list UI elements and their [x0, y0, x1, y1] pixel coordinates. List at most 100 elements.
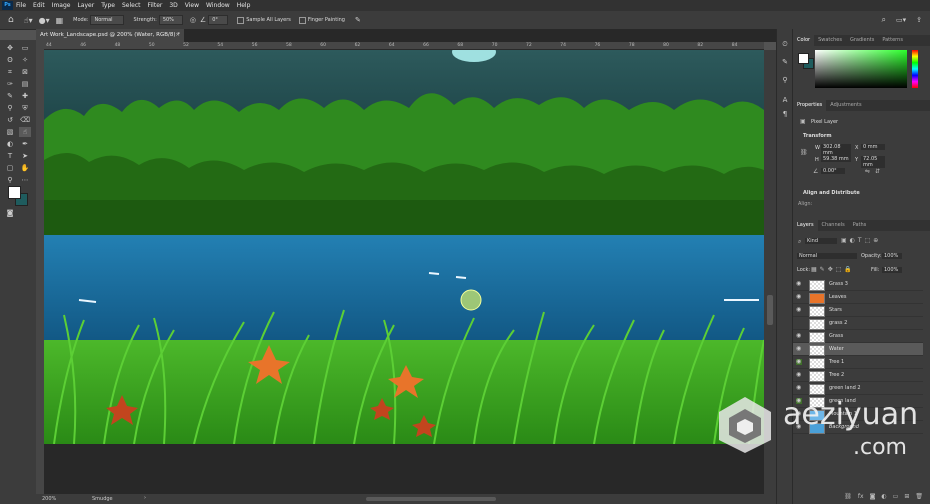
layer-row-grass-3[interactable]: ◉ Grass 3 [793, 278, 923, 291]
hue-slider[interactable] [912, 50, 918, 88]
zoom-level[interactable]: 200% [42, 496, 56, 502]
layer-row-green-land-2[interactable]: ◉ green land 2 [793, 382, 923, 395]
blend-mode-select[interactable]: Normal [797, 253, 857, 259]
visibility-eye-icon[interactable]: ◉ [796, 346, 802, 352]
visibility-eye-icon[interactable]: ◉ [796, 281, 802, 287]
menu-file[interactable]: File [16, 2, 26, 9]
status-arrow-icon[interactable]: › [144, 495, 146, 501]
more-tools-icon[interactable]: ⋯ [19, 175, 31, 185]
link-dimensions-icon[interactable]: ⛓ [800, 149, 808, 156]
angle-input[interactable]: 0.00° [821, 168, 845, 174]
tab-adjustments[interactable]: Adjustments [826, 100, 865, 111]
tab-color[interactable]: Color [793, 35, 815, 46]
layer-row-tree-1[interactable]: ◉ Tree 1 [793, 356, 923, 369]
angle-input[interactable]: 0° [208, 15, 229, 25]
brush-settings-icon[interactable]: ▦ [56, 16, 64, 25]
history-brush-tool-icon[interactable]: ↺ [4, 115, 16, 125]
layer-row-stars[interactable]: ◉ Stars [793, 304, 923, 317]
share-icon[interactable]: ⇪ [916, 16, 922, 24]
adjustment-layer-icon[interactable]: ◐ [881, 493, 886, 500]
visibility-eye-icon[interactable]: ◉ [796, 385, 802, 391]
transform-label[interactable]: Transform [803, 133, 832, 139]
shape-tool-icon[interactable]: ▢ [4, 163, 16, 173]
pressure-strength-icon[interactable]: ◎ [190, 16, 196, 24]
height-input[interactable]: 59.38 mm [821, 156, 851, 162]
width-input[interactable]: 302.08 mm [821, 144, 851, 156]
lock-icons[interactable]: ▦✎✥⬚🔒 [811, 266, 855, 273]
flip-horizontal-icon[interactable]: ⇋ [865, 168, 870, 175]
x-input[interactable]: 0 mm [861, 144, 885, 150]
layer-row-grass[interactable]: ◉ Grass [793, 330, 923, 343]
path-selection-tool-icon[interactable]: ➤ [19, 151, 31, 161]
visibility-eye-icon[interactable]: ◉ [796, 372, 802, 378]
new-layer-icon[interactable]: ⊞ [904, 493, 909, 500]
tab-patterns[interactable]: Patterns [878, 35, 907, 46]
stamp-tool-icon[interactable]: ⛨ [19, 103, 31, 113]
brush-tool-icon[interactable]: ✎ [4, 91, 16, 101]
workspace-icon[interactable]: ▭▾ [896, 16, 906, 24]
clone-stamp-tool-icon[interactable]: ⚲ [4, 103, 16, 113]
move-tool-icon[interactable]: ✥ [4, 43, 16, 53]
mode-select[interactable]: Normal [90, 15, 125, 25]
fill-input[interactable]: 100% [882, 267, 902, 273]
scroll-thumb[interactable] [767, 295, 773, 325]
menu-select[interactable]: Select [122, 2, 141, 9]
eyedropper-tool-icon[interactable]: ✑ [4, 79, 16, 89]
visibility-eye-icon[interactable]: ◉ [796, 307, 802, 313]
link-layers-icon[interactable]: ⛓ [844, 493, 852, 500]
history-panel-icon[interactable]: ⏲ [779, 39, 791, 49]
foreground-color-swatch[interactable] [8, 186, 21, 199]
strength-input[interactable]: 50% [158, 15, 183, 25]
eraser-tool-icon[interactable]: ⌫ [19, 115, 31, 125]
hand-tool-icon[interactable]: ✋ [19, 163, 31, 173]
visibility-eye-icon[interactable]: ◉ [796, 294, 802, 300]
menu-help[interactable]: Help [237, 2, 251, 9]
pressure-size-icon[interactable]: ✎ [355, 16, 361, 24]
brush-settings-panel-icon[interactable]: ✎ [779, 57, 791, 67]
type-tool-icon[interactable]: T [4, 151, 16, 161]
menu-type[interactable]: Type [101, 2, 115, 9]
menu-3d[interactable]: 3D [169, 2, 177, 9]
frame-tool-icon[interactable]: ⊠ [19, 67, 31, 77]
finger-painting-checkbox[interactable] [298, 16, 306, 24]
magic-wand-tool-icon[interactable]: ✧ [19, 55, 31, 65]
menu-filter[interactable]: Filter [148, 2, 163, 9]
artboard-tool-icon[interactable]: ▭ [19, 43, 31, 53]
layer-row-leaves[interactable]: ◉ Leaves [793, 291, 923, 304]
layer-row-tree-2[interactable]: ◉ Tree 2 [793, 369, 923, 382]
horizontal-scrollbar[interactable] [366, 497, 496, 501]
character-panel-icon[interactable]: A [779, 95, 791, 105]
quick-mask-icon[interactable]: ◙ [4, 208, 16, 218]
tab-paths[interactable]: Paths [849, 220, 871, 231]
layer-row-grass-2[interactable]: grass 2 [793, 317, 923, 330]
document-tab[interactable]: Art Work_Landscape.psd @ 200% (Water, RG… [36, 29, 184, 42]
menu-view[interactable]: View [185, 2, 199, 9]
clone-source-panel-icon[interactable]: ⚲ [779, 75, 791, 85]
spot-healing-tool-icon[interactable]: ✚ [19, 91, 31, 101]
y-input[interactable]: 72.05 mm [861, 156, 885, 168]
color-picker-field[interactable] [815, 50, 907, 88]
paragraph-panel-icon[interactable]: ¶ [779, 109, 791, 119]
tab-properties[interactable]: Properties [793, 100, 827, 111]
home-icon[interactable]: ⌂ [8, 15, 14, 25]
layer-filter-icons[interactable]: ▣◐T⬚⊕ [841, 237, 881, 244]
smudge-tool-icon[interactable]: ☝ [19, 127, 31, 137]
add-mask-icon[interactable]: ◙ [870, 493, 876, 500]
menu-image[interactable]: Image [52, 2, 71, 9]
menu-edit[interactable]: Edit [33, 2, 45, 9]
flip-vertical-icon[interactable]: ⇵ [875, 168, 880, 175]
pen-tool-icon[interactable]: ✒ [19, 139, 31, 149]
document-canvas[interactable] [44, 50, 764, 444]
sample-all-layers-checkbox[interactable] [237, 16, 245, 24]
tab-layers[interactable]: Layers [793, 220, 818, 231]
tab-channels[interactable]: Channels [818, 220, 849, 231]
align-distribute-label[interactable]: Align and Distribute [803, 190, 860, 196]
delete-layer-icon[interactable]: 🗑 [915, 493, 923, 500]
color-fg-swatch[interactable] [798, 53, 809, 64]
smudge-tool-preset-icon[interactable]: ☝▾ [24, 16, 33, 25]
tab-gradients[interactable]: Gradients [846, 35, 878, 46]
kind-filter-select[interactable]: Kind [805, 238, 837, 244]
visibility-eye-icon[interactable]: ◉ [796, 359, 802, 365]
gradient-tool-icon[interactable]: ▧ [4, 127, 16, 137]
photoshop-app-icon[interactable]: Ps [2, 1, 13, 10]
